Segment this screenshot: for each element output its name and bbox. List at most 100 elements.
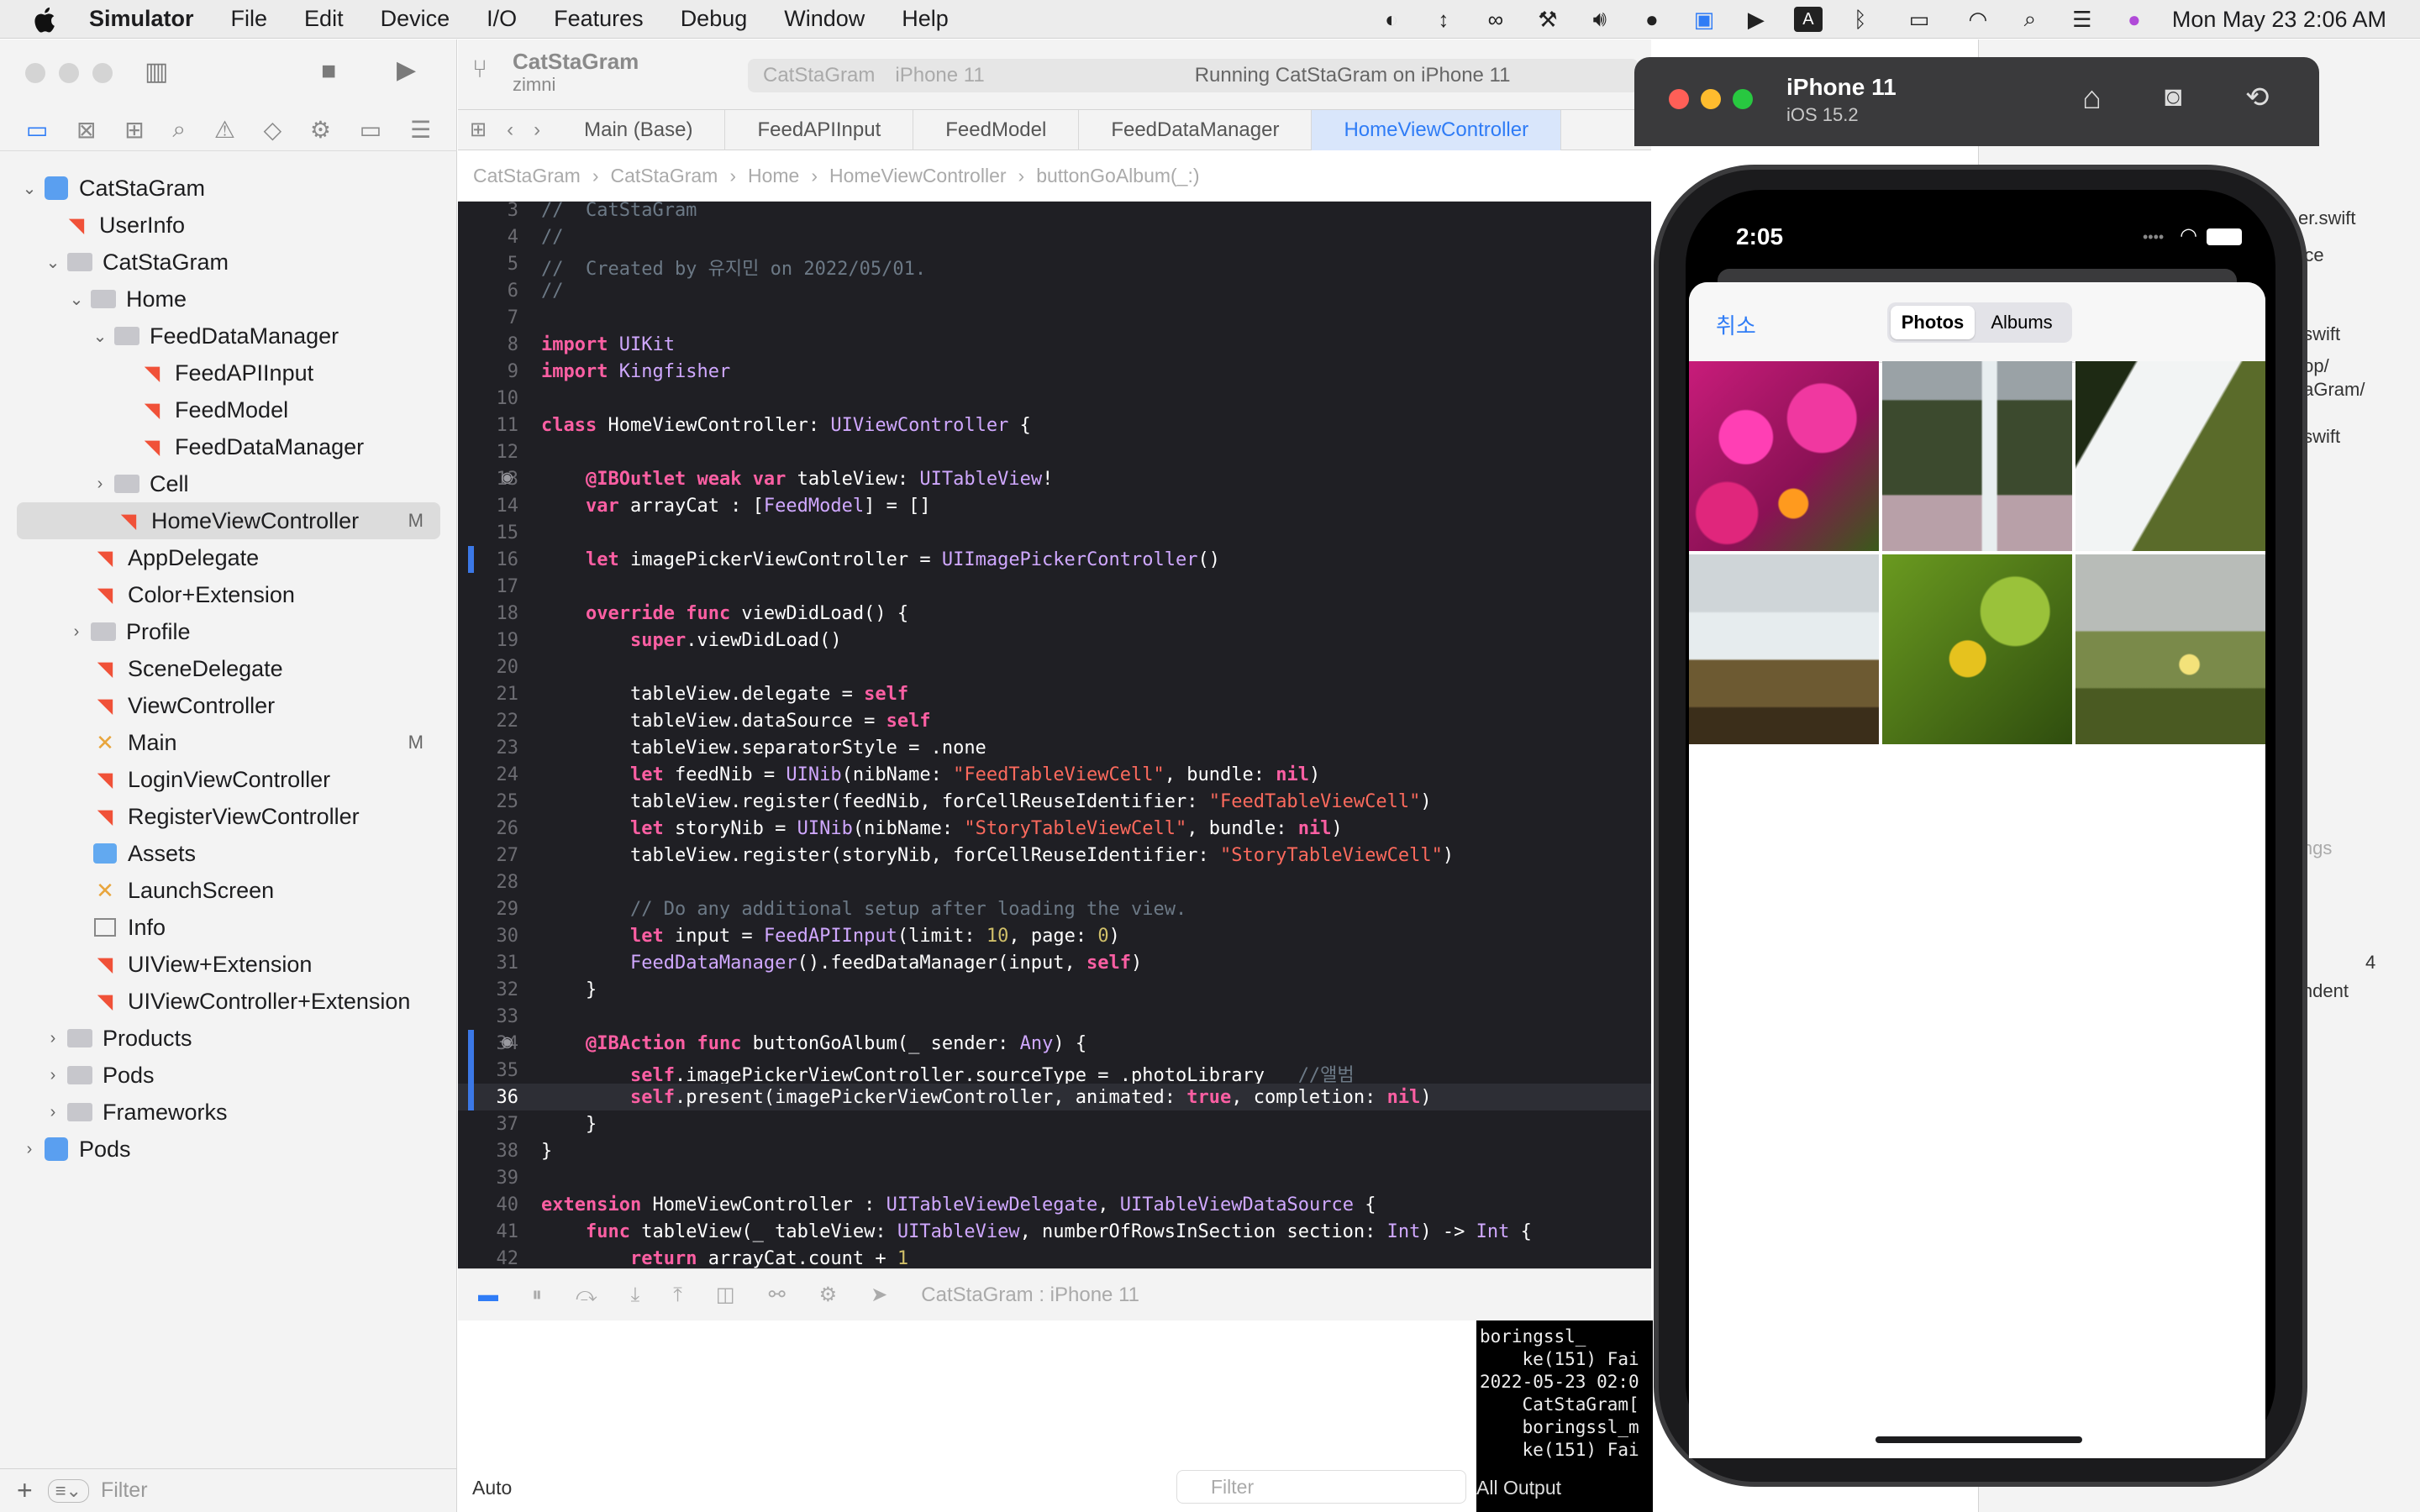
tree-item[interactable]: Info — [0, 909, 457, 946]
code-line[interactable]: self.present(imagePickerViewController, … — [541, 1087, 1432, 1108]
menu-edit[interactable]: Edit — [304, 6, 344, 32]
jumpbar-item[interactable]: CatStaGram — [473, 165, 581, 187]
code-line[interactable]: import Kingfisher — [541, 361, 730, 382]
code-line[interactable]: // Do any additional setup after loading… — [541, 899, 1186, 920]
code-line[interactable]: // — [541, 281, 564, 302]
tree-item[interactable]: › Profile — [0, 613, 457, 650]
tree-item[interactable]: ◥ UIView+Extension — [0, 946, 457, 983]
menu-io[interactable]: I/O — [487, 6, 517, 32]
hammer-icon[interactable]: ⚒ — [1534, 7, 1562, 32]
breakpoint-icon[interactable]: ▭ — [360, 116, 381, 144]
back-icon[interactable]: ‹ — [498, 118, 522, 142]
issue-icon[interactable]: ⚠ — [214, 116, 235, 144]
find-icon[interactable]: ⌕ — [172, 116, 186, 144]
chevron-right-icon[interactable]: › — [67, 622, 86, 642]
code-line[interactable]: } — [541, 1141, 552, 1162]
tree-item-selected[interactable]: ◥ HomeViewController M — [17, 502, 440, 539]
step-out-icon[interactable]: ⤒ — [673, 1284, 682, 1307]
chevron-right-icon[interactable]: › — [91, 475, 109, 494]
test-icon[interactable]: ◇ — [264, 116, 282, 144]
tree-item[interactable]: ◥ FeedAPIInput — [0, 354, 457, 391]
outlet-connection-icon[interactable]: ◉ — [502, 467, 513, 488]
code-line[interactable]: override func viewDidLoad() { — [541, 603, 908, 624]
search-icon[interactable]: ⌕ — [2016, 6, 2044, 32]
tree-item[interactable]: ✕ Main M — [0, 724, 457, 761]
screenshot-icon[interactable]: ◙ — [2165, 81, 2182, 113]
glasses-icon[interactable]: ∞ — [1481, 7, 1510, 32]
output-selector[interactable]: All Output — [1476, 1477, 1561, 1499]
sim-zoom-button[interactable] — [1733, 89, 1753, 109]
apple-menu-icon[interactable] — [34, 5, 59, 34]
chevron-right-icon[interactable]: › — [20, 1140, 39, 1159]
chevron-down-icon[interactable]: ⌄ — [20, 178, 39, 199]
step-over-icon[interactable]: ⤼ — [576, 1284, 597, 1307]
environment-icon[interactable]: ⚙ — [819, 1283, 838, 1307]
jumpbar-item[interactable]: buttonGoAlbum(_:) — [1036, 165, 1199, 187]
chevron-down-icon[interactable]: ⌄ — [67, 289, 86, 310]
chevron-down-icon[interactable]: ⌄ — [44, 252, 62, 273]
tree-item[interactable]: › Cell — [0, 465, 457, 502]
outlet-connection-icon[interactable]: ◉ — [502, 1032, 513, 1053]
wifi-icon[interactable]: ◠ — [1964, 7, 1992, 32]
tree-item[interactable]: ◥ LoginViewController — [0, 761, 457, 798]
chevron-right-icon[interactable]: › — [44, 1103, 62, 1122]
variables-scope-selector[interactable]: Auto — [472, 1477, 512, 1499]
navigator-filter-input[interactable]: Filter — [101, 1478, 148, 1503]
input-source-icon[interactable]: A — [1793, 7, 1823, 32]
photo-waterfall-cliff[interactable] — [1882, 361, 2072, 551]
code-line[interactable]: } — [541, 1114, 597, 1135]
sim-minimize-button[interactable] — [1701, 89, 1721, 109]
play-icon[interactable]: ▶ — [1742, 7, 1770, 32]
jumpbar-item[interactable]: Home — [748, 165, 799, 187]
tab-feeddatamanager[interactable]: FeedDataManager — [1079, 109, 1313, 150]
tree-item[interactable]: ◥ UIViewController+Extension — [0, 983, 457, 1020]
filter-options-icon[interactable]: ≡⌄ — [47, 1478, 89, 1503]
rotate-icon[interactable]: ⟲ — [2245, 81, 2270, 114]
code-line[interactable]: extension HomeViewController : UITableVi… — [541, 1194, 1376, 1215]
tree-item[interactable]: ◥ Color+Extension — [0, 576, 457, 613]
forward-icon[interactable]: › — [522, 118, 552, 142]
report-icon[interactable]: ☰ — [410, 116, 431, 144]
add-icon[interactable]: + — [17, 1475, 33, 1506]
menu-datetime[interactable]: Mon May 23 2:06 AM — [2172, 7, 2386, 33]
stop-icon[interactable]: ■ — [321, 57, 336, 86]
tree-item[interactable]: ◥ UserInfo — [0, 207, 457, 244]
code-line[interactable]: // — [541, 227, 564, 248]
menu-window[interactable]: Window — [784, 6, 865, 32]
code-line[interactable]: } — [541, 979, 597, 1000]
code-line[interactable]: super.viewDidLoad() — [541, 630, 842, 651]
device-label[interactable]: iPhone 11 — [895, 64, 984, 87]
folder-icon[interactable]: ▭ — [26, 116, 48, 144]
menu-help[interactable]: Help — [902, 6, 949, 32]
scheme-selector[interactable]: CatStaGram iPhone 11 Running CatStaGram … — [748, 59, 1639, 92]
tree-item[interactable]: ⌄ CatStaGram — [0, 170, 457, 207]
tree-item[interactable]: ◥ AppDelegate — [0, 539, 457, 576]
jumpbar-item[interactable]: CatStaGram — [611, 165, 718, 187]
code-line[interactable]: let storyNib = UINib(nibName: "StoryTabl… — [541, 818, 1343, 839]
battery-icon[interactable]: ▭ — [1898, 7, 1940, 32]
tree-item[interactable]: ◥ ViewController — [0, 687, 457, 724]
tab-feedapiinput[interactable]: FeedAPIInput — [725, 109, 914, 150]
photo-meadow-flower[interactable] — [2075, 554, 2265, 744]
location-icon[interactable]: ➤ — [871, 1283, 887, 1307]
sidebar-toggle-icon[interactable]: ▥ — [145, 57, 168, 87]
code-line[interactable]: tableView.register(feedNib, forCellReuse… — [541, 791, 1432, 812]
tree-item[interactable]: Assets — [0, 835, 457, 872]
code-line[interactable]: // CatStaGram — [541, 202, 697, 221]
pause-icon[interactable]: ⏸ — [532, 1284, 542, 1307]
close-button[interactable] — [25, 63, 45, 83]
run-icon[interactable]: ▶ — [397, 55, 416, 85]
symbol-icon[interactable]: ⊞ — [124, 116, 144, 144]
tree-item[interactable]: ◥ SceneDelegate — [0, 650, 457, 687]
home-icon[interactable]: ⌂ — [2082, 81, 2102, 117]
screen-icon[interactable]: ▣ — [1690, 7, 1718, 32]
tree-item[interactable]: › Pods — [0, 1131, 457, 1168]
resize-icon[interactable]: ↕ — [1429, 7, 1458, 32]
sim-close-button[interactable] — [1669, 89, 1689, 109]
code-line[interactable]: let input = FeedAPIInput(limit: 10, page… — [541, 926, 1120, 947]
code-line[interactable]: // Created by 유지민 on 2022/05/01. — [541, 254, 926, 281]
tab-feedmodel[interactable]: FeedModel — [913, 109, 1080, 150]
zoom-button[interactable] — [92, 63, 113, 83]
menu-device[interactable]: Device — [381, 6, 450, 32]
debug-icon[interactable]: ⚙ — [310, 116, 331, 144]
